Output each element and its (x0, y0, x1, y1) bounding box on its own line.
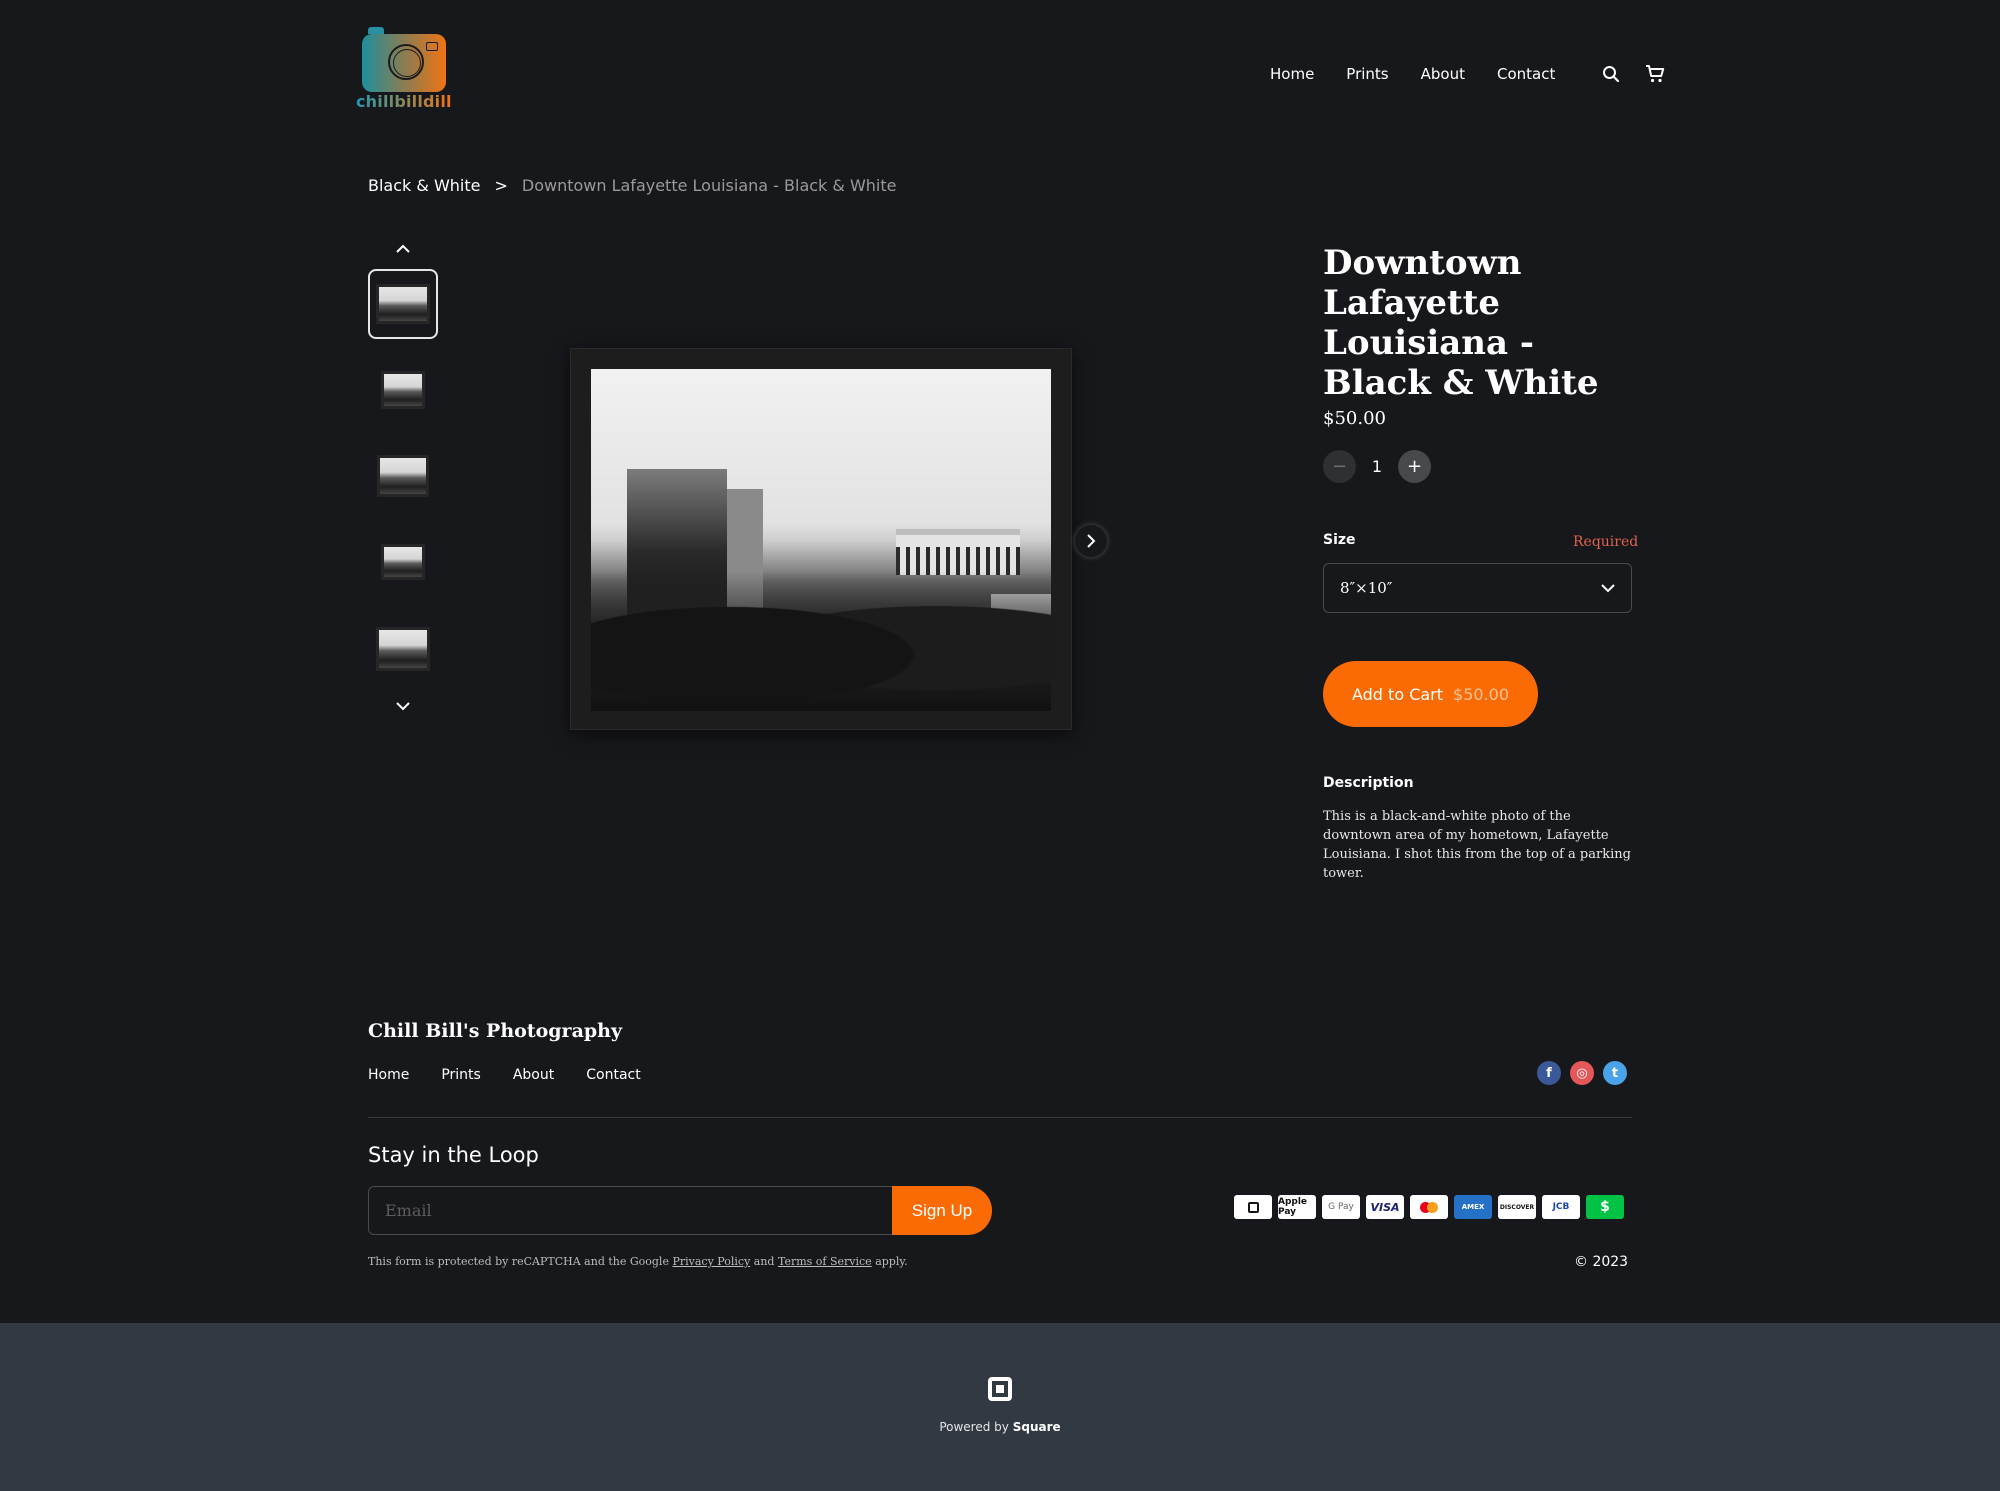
product-price: $50.00 (1323, 408, 1386, 429)
quantity-increase-button[interactable]: + (1398, 450, 1431, 483)
thumbnail-5[interactable] (368, 614, 438, 684)
chevron-up-icon (396, 244, 410, 253)
amex-icon: AMEX (1454, 1195, 1492, 1219)
discover-icon: DISCOVER (1498, 1195, 1536, 1219)
powered-by-brand: Square (1012, 1420, 1061, 1434)
recaptcha-and: and (753, 1255, 775, 1268)
footer-brand: Chill Bill's Photography (368, 1020, 623, 1042)
next-image-button[interactable] (1075, 525, 1107, 557)
newsletter-form: Sign Up (368, 1186, 992, 1235)
size-label: Size (1323, 532, 1356, 548)
thumbs-down-button[interactable] (393, 698, 413, 714)
visa-icon: VISA (1366, 1195, 1404, 1219)
size-select[interactable]: 8″×10″ (1323, 563, 1632, 613)
square-logo-icon (988, 1377, 1012, 1401)
camera-logo-icon (362, 27, 446, 92)
breadcrumb: Black & White > Downtown Lafayette Louis… (368, 176, 896, 195)
breadcrumb-parent[interactable]: Black & White (368, 176, 480, 195)
add-to-cart-label: Add to Cart (1351, 684, 1444, 704)
thumbnail-2[interactable] (368, 355, 438, 425)
footer-nav-prints[interactable]: Prints (441, 1067, 481, 1083)
nav-prints[interactable]: Prints (1346, 65, 1388, 83)
footer-nav-about[interactable]: About (513, 1067, 554, 1083)
description-text: This is a black-and-white photo of the d… (1323, 809, 1631, 881)
recaptcha-suffix: apply. (875, 1255, 908, 1268)
thumbnail-1[interactable] (368, 269, 438, 339)
product-title: Downtown Lafayette Louisiana - Black & W… (1323, 243, 1599, 403)
size-required-label: Required (1573, 534, 1639, 550)
cash-app-icon: $ (1586, 1195, 1624, 1219)
newsletter-title: Stay in the Loop (368, 1143, 539, 1167)
size-selected-value: 8″×10″ (1340, 579, 1393, 597)
email-input[interactable] (368, 1186, 892, 1235)
top-nav: Home Prints About Contact (1270, 62, 1667, 86)
powered-by-prefix: Powered by (939, 1420, 1009, 1434)
jcb-icon: JCB (1542, 1195, 1580, 1219)
nav-about[interactable]: About (1421, 65, 1465, 83)
sign-up-button[interactable]: Sign Up (892, 1186, 992, 1235)
thumbnail-3[interactable] (368, 441, 438, 511)
breadcrumb-separator: > (494, 176, 508, 195)
product-image-frame[interactable] (570, 348, 1072, 730)
copyright: © 2023 (1574, 1254, 1629, 1270)
powered-by-bar: Powered by Square (0, 1323, 2000, 1491)
search-icon[interactable] (1599, 62, 1623, 86)
nav-contact[interactable]: Contact (1497, 65, 1555, 83)
powered-by-text[interactable]: Powered by Square (0, 1420, 2000, 1434)
recaptcha-prefix: This form is protected by reCAPTCHA and … (368, 1255, 669, 1268)
add-to-cart-button[interactable]: Add to Cart $50.00 (1323, 661, 1538, 727)
quantity-value[interactable]: 1 (1356, 457, 1398, 476)
quantity-stepper: − 1 + (1323, 450, 1431, 483)
footer-nav-home[interactable]: Home (368, 1067, 409, 1083)
recaptcha-notice: This form is protected by reCAPTCHA and … (368, 1255, 908, 1268)
google-pay-icon: G Pay (1322, 1195, 1360, 1219)
social-links: f ◎ t (1537, 1061, 1627, 1085)
thumbnail-4[interactable] (368, 527, 438, 597)
footer-divider (368, 1117, 1632, 1118)
footer-nav-contact[interactable]: Contact (586, 1067, 640, 1083)
chevron-down-icon (1601, 583, 1615, 592)
thumbs-up-button[interactable] (393, 240, 413, 256)
site-logo[interactable]: chillbilldill (356, 27, 452, 116)
chevron-down-icon (396, 701, 410, 710)
chevron-right-icon (1087, 534, 1096, 548)
instagram-icon[interactable]: ◎ (1570, 1061, 1594, 1085)
square-payment-icon (1234, 1195, 1272, 1219)
quantity-decrease-button[interactable]: − (1323, 450, 1356, 483)
breadcrumb-current: Downtown Lafayette Louisiana - Black & W… (521, 176, 897, 195)
nav-home[interactable]: Home (1270, 65, 1314, 83)
footer-nav: Home Prints About Contact (368, 1067, 673, 1083)
privacy-policy-link[interactable]: Privacy Policy (672, 1255, 750, 1268)
logo-text: chillbilldill (356, 92, 452, 111)
description-label: Description (1323, 775, 1414, 791)
payment-methods: Apple Pay G Pay VISA AMEX DISCOVER JCB $ (1234, 1195, 1624, 1219)
product-photo (591, 369, 1051, 711)
twitter-icon[interactable]: t (1603, 1061, 1627, 1085)
facebook-icon[interactable]: f (1537, 1061, 1561, 1085)
add-to-cart-price: $50.00 (1453, 684, 1510, 704)
apple-pay-icon: Apple Pay (1278, 1195, 1316, 1219)
cart-icon[interactable] (1643, 62, 1667, 86)
terms-of-service-link[interactable]: Terms of Service (778, 1255, 872, 1268)
mastercard-icon (1410, 1195, 1448, 1219)
